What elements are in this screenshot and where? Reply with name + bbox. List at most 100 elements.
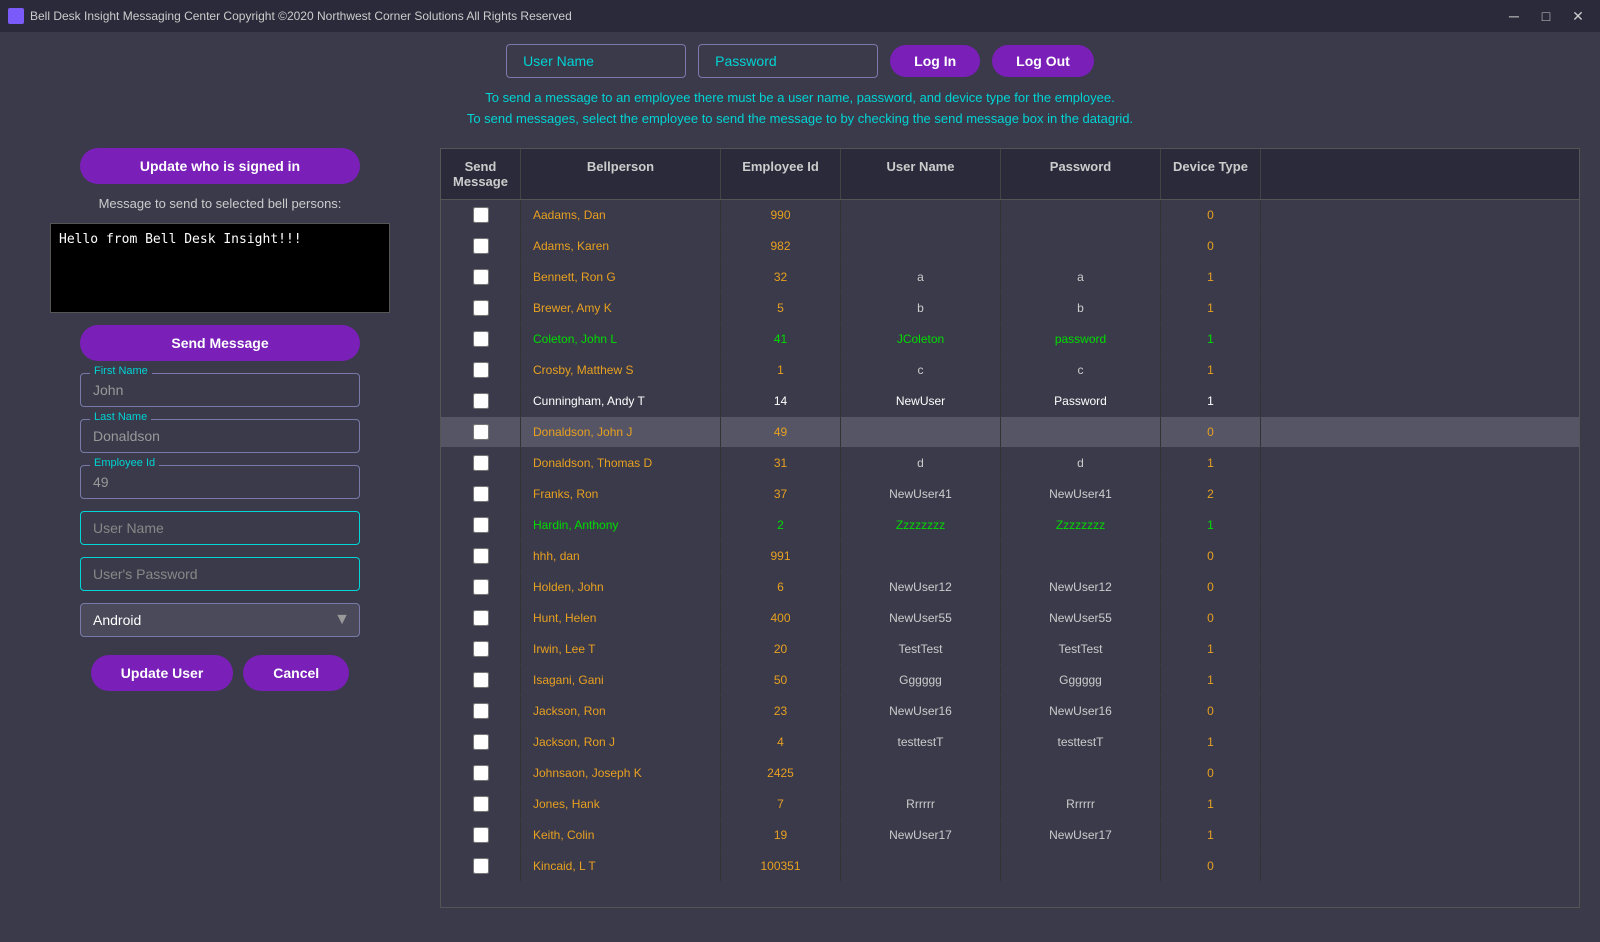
send-message-checkbox[interactable] xyxy=(473,486,489,502)
table-row[interactable]: Jones, Hank 7 Rrrrrr Rrrrrr 1 xyxy=(441,789,1579,820)
table-row[interactable]: Holden, John 6 NewUser12 NewUser12 0 xyxy=(441,572,1579,603)
close-button[interactable]: ✕ xyxy=(1564,6,1592,26)
send-message-checkbox[interactable] xyxy=(473,424,489,440)
send-message-checkbox[interactable] xyxy=(473,827,489,843)
cell-checkbox[interactable] xyxy=(441,696,521,726)
send-message-checkbox[interactable] xyxy=(473,796,489,812)
send-message-checkbox[interactable] xyxy=(473,455,489,471)
update-user-button[interactable]: Update User xyxy=(91,655,233,691)
table-row[interactable]: Donaldson, John J 49 0 xyxy=(441,417,1579,448)
table-row[interactable]: Coleton, John L 41 JColeton password 1 xyxy=(441,324,1579,355)
send-message-checkbox[interactable] xyxy=(473,393,489,409)
cell-checkbox[interactable] xyxy=(441,417,521,447)
table-row[interactable]: Jackson, Ron J 4 testtestT testtestT 1 xyxy=(441,727,1579,758)
username-input[interactable] xyxy=(506,44,686,78)
send-message-checkbox[interactable] xyxy=(473,548,489,564)
table-row[interactable]: hhh, dan 991 0 xyxy=(441,541,1579,572)
table-row[interactable]: Franks, Ron 37 NewUser41 NewUser41 2 xyxy=(441,479,1579,510)
cell-checkbox[interactable] xyxy=(441,448,521,478)
cell-device-type: 1 xyxy=(1161,355,1261,385)
cell-checkbox[interactable] xyxy=(441,758,521,788)
send-message-checkbox[interactable] xyxy=(473,858,489,874)
table-row[interactable]: Irwin, Lee T 20 TestTest TestTest 1 xyxy=(441,634,1579,665)
cell-checkbox[interactable] xyxy=(441,820,521,850)
minimize-button[interactable]: ─ xyxy=(1500,6,1528,26)
send-message-checkbox[interactable] xyxy=(473,734,489,750)
send-message-checkbox[interactable] xyxy=(473,362,489,378)
cell-checkbox[interactable] xyxy=(441,479,521,509)
table-row[interactable]: Kincaid, L T 100351 0 xyxy=(441,851,1579,882)
send-message-checkbox[interactable] xyxy=(473,579,489,595)
table-row[interactable]: Johnsaon, Joseph K 2425 0 xyxy=(441,758,1579,789)
device-select[interactable]: Android iPhone None xyxy=(80,603,360,637)
cell-checkbox[interactable] xyxy=(441,572,521,602)
cell-checkbox[interactable] xyxy=(441,355,521,385)
cell-checkbox[interactable] xyxy=(441,603,521,633)
cell-checkbox[interactable] xyxy=(441,510,521,540)
cell-checkbox[interactable] xyxy=(441,634,521,664)
cell-employee-id: 4 xyxy=(721,727,841,757)
send-message-checkbox[interactable] xyxy=(473,269,489,285)
table-row[interactable]: Hunt, Helen 400 NewUser55 NewUser55 0 xyxy=(441,603,1579,634)
cell-employee-id: 2 xyxy=(721,510,841,540)
send-message-checkbox[interactable] xyxy=(473,641,489,657)
cell-checkbox[interactable] xyxy=(441,665,521,695)
cell-checkbox[interactable] xyxy=(441,386,521,416)
send-message-checkbox[interactable] xyxy=(473,765,489,781)
first-name-input[interactable] xyxy=(80,373,360,407)
cell-username: JColeton xyxy=(841,324,1001,354)
send-message-button[interactable]: Send Message xyxy=(80,325,360,361)
cell-password: Zzzzzzzz xyxy=(1001,510,1161,540)
send-message-checkbox[interactable] xyxy=(473,610,489,626)
table-row[interactable]: Bennett, Ron G 32 a a 1 xyxy=(441,262,1579,293)
table-row[interactable]: Brewer, Amy K 5 b b 1 xyxy=(441,293,1579,324)
table-row[interactable]: Hardin, Anthony 2 Zzzzzzzz Zzzzzzzz 1 xyxy=(441,510,1579,541)
message-label: Message to send to selected bell persons… xyxy=(99,196,342,211)
cell-checkbox[interactable] xyxy=(441,541,521,571)
col-device-type: Device Type xyxy=(1161,149,1261,199)
cell-checkbox[interactable] xyxy=(441,200,521,230)
last-name-input[interactable] xyxy=(80,419,360,453)
first-name-label: First Name xyxy=(90,365,152,377)
employee-id-input[interactable] xyxy=(80,465,360,499)
cell-checkbox[interactable] xyxy=(441,262,521,292)
table-row[interactable]: Crosby, Matthew S 1 c c 1 xyxy=(441,355,1579,386)
cell-username: NewUser12 xyxy=(841,572,1001,602)
send-message-checkbox[interactable] xyxy=(473,703,489,719)
cell-username xyxy=(841,200,1001,230)
login-button[interactable]: Log In xyxy=(890,45,980,77)
cell-checkbox[interactable] xyxy=(441,851,521,881)
table-row[interactable]: Keith, Colin 19 NewUser17 NewUser17 1 xyxy=(441,820,1579,851)
cell-username: testtestT xyxy=(841,727,1001,757)
message-textarea[interactable] xyxy=(50,223,390,313)
table-row[interactable]: Adams, Karen 982 0 xyxy=(441,231,1579,262)
update-signed-in-button[interactable]: Update who is signed in xyxy=(80,148,360,184)
cell-checkbox[interactable] xyxy=(441,789,521,819)
table-row[interactable]: Donaldson, Thomas D 31 d d 1 xyxy=(441,448,1579,479)
send-message-checkbox[interactable] xyxy=(473,517,489,533)
password-input[interactable] xyxy=(698,44,878,78)
cell-checkbox[interactable] xyxy=(441,231,521,261)
send-message-checkbox[interactable] xyxy=(473,672,489,688)
user-name-input[interactable] xyxy=(80,511,360,545)
cell-checkbox[interactable] xyxy=(441,293,521,323)
grid-body[interactable]: Aadams, Dan 990 0 Adams, Karen 982 0 Ben… xyxy=(441,200,1579,908)
table-row[interactable]: Cunningham, Andy T 14 NewUser Password 1 xyxy=(441,386,1579,417)
send-message-checkbox[interactable] xyxy=(473,207,489,223)
table-row[interactable]: Jackson, Ron 23 NewUser16 NewUser16 0 xyxy=(441,696,1579,727)
maximize-button[interactable]: □ xyxy=(1532,6,1560,26)
cell-checkbox[interactable] xyxy=(441,324,521,354)
table-row[interactable]: Isagani, Gani 50 Gggggg Gggggg 1 xyxy=(441,665,1579,696)
send-message-checkbox[interactable] xyxy=(473,300,489,316)
send-message-checkbox[interactable] xyxy=(473,238,489,254)
cell-checkbox[interactable] xyxy=(441,727,521,757)
table-row[interactable]: Aadams, Dan 990 0 xyxy=(441,200,1579,231)
cell-username xyxy=(841,758,1001,788)
cancel-button[interactable]: Cancel xyxy=(243,655,349,691)
cell-username xyxy=(841,417,1001,447)
cell-employee-id: 37 xyxy=(721,479,841,509)
cell-password: c xyxy=(1001,355,1161,385)
user-password-input[interactable] xyxy=(80,557,360,591)
send-message-checkbox[interactable] xyxy=(473,331,489,347)
logout-button[interactable]: Log Out xyxy=(992,45,1094,77)
